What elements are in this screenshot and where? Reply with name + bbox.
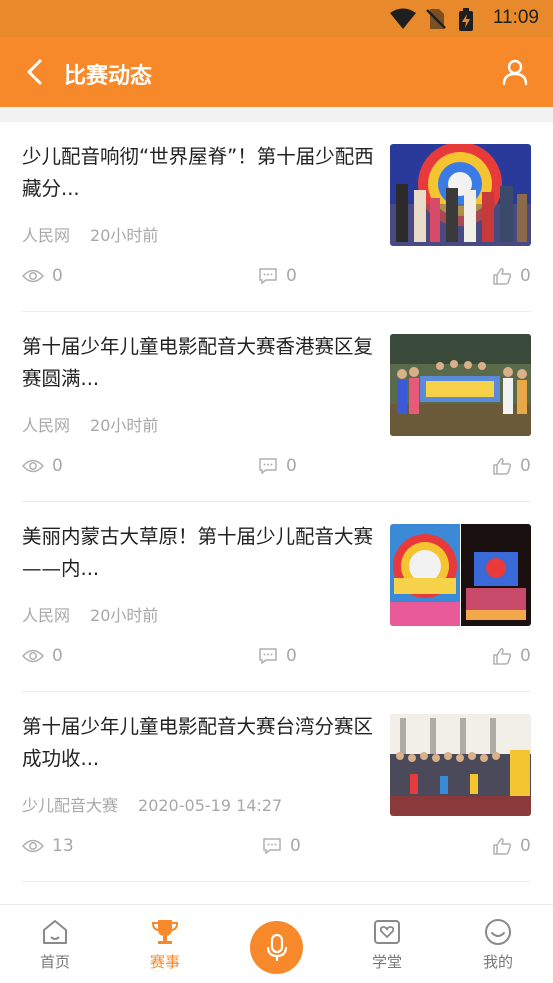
thumbs-up-icon bbox=[493, 838, 512, 855]
status-bar: 11:09 bbox=[0, 0, 553, 37]
comment-count[interactable]: 0 bbox=[258, 456, 297, 476]
thumbs-up-icon bbox=[493, 268, 512, 285]
clock: 11:09 bbox=[492, 7, 539, 28]
article-meta: 人民网 20小时前 bbox=[22, 602, 158, 626]
comment-count-value: 0 bbox=[286, 456, 297, 476]
tab-school-label: 学堂 bbox=[371, 953, 402, 971]
article-time: 2020-05-19 14:27 bbox=[138, 796, 283, 815]
article-card[interactable]: 美丽内蒙古大草原！第十届少儿配音大赛——内... 人民网 20小时前 0 0 0 bbox=[22, 502, 531, 692]
comment-count[interactable]: 0 bbox=[262, 836, 301, 856]
heart-box-icon bbox=[374, 920, 400, 944]
view-count: 0 bbox=[22, 266, 63, 286]
article-title[interactable]: 美丽内蒙古大草原！第十届少儿配音大赛——内... bbox=[22, 521, 374, 585]
user-profile-icon[interactable] bbox=[501, 58, 529, 86]
like-count-value: 0 bbox=[520, 266, 531, 286]
article-card[interactable]: 少儿配音响彻“世界屋脊”！第十届少配西藏分... 人民网 20小时前 0 0 0 bbox=[22, 122, 531, 312]
tab-home-label: 首页 bbox=[39, 953, 70, 971]
article-card[interactable]: 第十届少年儿童电影配音大赛台湾分赛区成功收... 少儿配音大赛 2020-05-1… bbox=[22, 692, 531, 882]
comment-icon bbox=[259, 268, 277, 285]
eye-icon bbox=[22, 649, 44, 663]
like-count[interactable]: 0 bbox=[492, 836, 531, 856]
tab-school[interactable]: 学堂 bbox=[357, 917, 417, 972]
article-list: 少儿配音响彻“世界屋脊”！第十届少配西藏分... 人民网 20小时前 0 0 0… bbox=[0, 122, 553, 904]
tab-competition-label: 赛事 bbox=[149, 953, 180, 971]
article-source: 人民网 bbox=[22, 416, 71, 435]
eye-icon bbox=[22, 269, 44, 283]
article-meta: 人民网 20小时前 bbox=[22, 412, 158, 436]
thumbs-up-icon bbox=[493, 648, 512, 665]
article-title[interactable]: 第十届少年儿童电影配音大赛香港赛区复赛圆满... bbox=[22, 331, 374, 395]
view-count: 0 bbox=[22, 646, 63, 666]
no-sim-icon bbox=[426, 9, 446, 29]
article-meta: 少儿配音大赛 2020-05-19 14:27 bbox=[22, 792, 282, 816]
like-count-value: 0 bbox=[520, 456, 531, 476]
app-bar: 比赛动态 bbox=[0, 37, 553, 107]
article-thumbnail[interactable] bbox=[390, 144, 531, 246]
view-count-value: 0 bbox=[52, 646, 63, 666]
view-count: 0 bbox=[22, 456, 63, 476]
article-time: 20小时前 bbox=[90, 606, 159, 625]
like-count[interactable]: 0 bbox=[492, 266, 531, 286]
battery-charging-icon bbox=[459, 8, 473, 31]
view-count-value: 0 bbox=[52, 266, 63, 286]
tab-mine-label: 我的 bbox=[482, 953, 513, 971]
tab-competition[interactable]: 赛事 bbox=[135, 917, 195, 972]
article-time: 20小时前 bbox=[90, 416, 159, 435]
comment-count-value: 0 bbox=[290, 836, 301, 856]
smile-icon bbox=[485, 919, 511, 945]
like-count-value: 0 bbox=[520, 646, 531, 666]
view-count-value: 0 bbox=[52, 456, 63, 476]
article-meta: 人民网 20小时前 bbox=[22, 222, 158, 246]
microphone-icon bbox=[266, 933, 287, 961]
like-count[interactable]: 0 bbox=[492, 456, 531, 476]
comment-icon bbox=[259, 648, 277, 665]
page-title: 比赛动态 bbox=[64, 64, 153, 89]
like-count-value: 0 bbox=[520, 836, 531, 856]
tab-home[interactable]: 首页 bbox=[25, 917, 85, 972]
comment-icon bbox=[259, 458, 277, 475]
article-thumbnail[interactable] bbox=[390, 334, 531, 436]
article-source: 人民网 bbox=[22, 226, 71, 245]
article-time: 20小时前 bbox=[90, 226, 159, 245]
article-card[interactable]: 第十届少年儿童电影配音大赛香港赛区复赛圆满... 人民网 20小时前 0 0 0 bbox=[22, 312, 531, 502]
thumbs-up-icon bbox=[493, 458, 512, 475]
article-source: 人民网 bbox=[22, 606, 71, 625]
article-thumbnail[interactable] bbox=[390, 714, 531, 816]
tab-mine[interactable]: 我的 bbox=[468, 917, 528, 972]
trophy-icon bbox=[151, 920, 179, 944]
comment-count[interactable]: 0 bbox=[258, 266, 297, 286]
wifi-icon bbox=[390, 8, 416, 29]
article-title[interactable]: 少儿配音响彻“世界屋脊”！第十届少配西藏分... bbox=[22, 141, 374, 205]
comment-count-value: 0 bbox=[286, 646, 297, 666]
back-arrow-icon[interactable] bbox=[20, 57, 50, 87]
article-thumbnail[interactable] bbox=[390, 524, 531, 626]
view-count: 13 bbox=[22, 836, 74, 856]
article-title[interactable]: 第十届少年儿童电影配音大赛台湾分赛区成功收... bbox=[22, 711, 374, 775]
bottom-tab-bar: 首页 赛事 学堂 我的 bbox=[0, 904, 553, 983]
comment-icon bbox=[263, 838, 281, 855]
eye-icon bbox=[22, 459, 44, 473]
eye-icon bbox=[22, 839, 44, 853]
comment-count[interactable]: 0 bbox=[258, 646, 297, 666]
home-icon bbox=[43, 920, 67, 944]
view-count-value: 13 bbox=[52, 836, 74, 856]
like-count[interactable]: 0 bbox=[492, 646, 531, 666]
article-source: 少儿配音大赛 bbox=[22, 796, 119, 815]
record-button[interactable] bbox=[250, 921, 303, 974]
comment-count-value: 0 bbox=[286, 266, 297, 286]
